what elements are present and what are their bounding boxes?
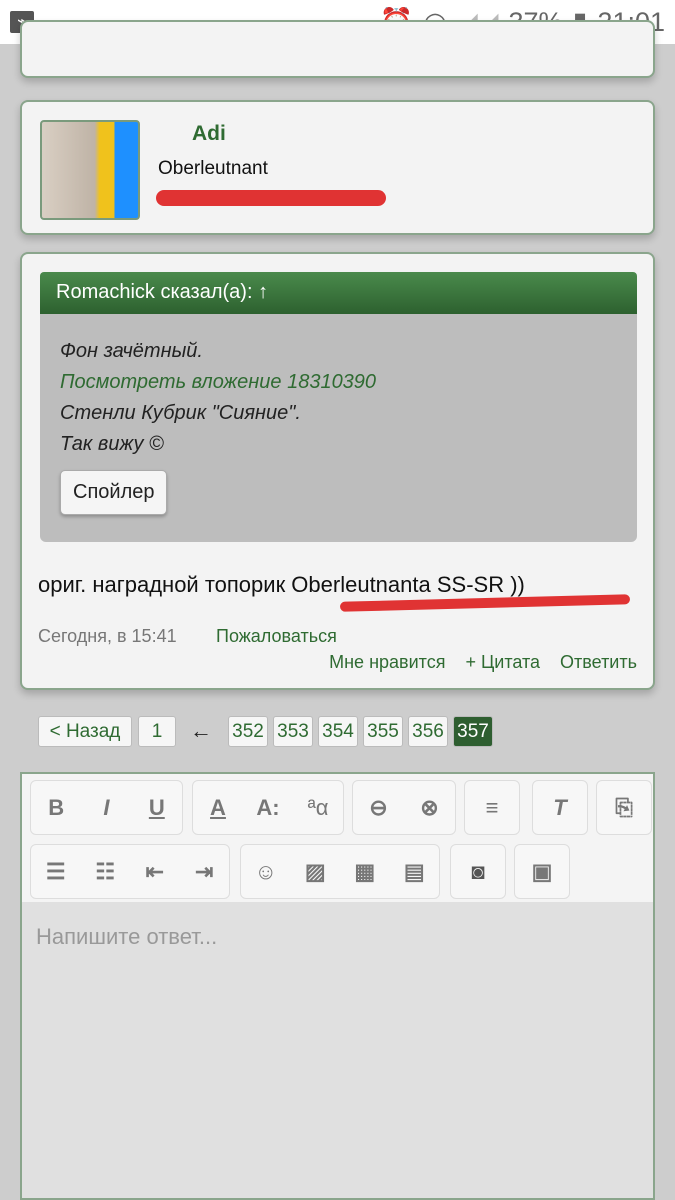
page-354[interactable]: 354 bbox=[318, 716, 358, 747]
pagination-arrow: ← bbox=[190, 718, 212, 743]
page-353[interactable]: 353 bbox=[273, 716, 313, 747]
image-icon[interactable]: ▨ bbox=[295, 859, 335, 885]
quote-line: Стенли Кубрик "Сияние". bbox=[60, 402, 301, 424]
quote-insert-icon[interactable]: ▤ bbox=[394, 859, 434, 885]
save-draft-icon[interactable]: ▣ bbox=[522, 859, 562, 885]
quote-line: Так вижу © bbox=[60, 433, 164, 455]
user-rank: Oberleutnant bbox=[158, 158, 268, 179]
spoiler-button[interactable]: Спойлер bbox=[60, 470, 168, 515]
report-link[interactable]: Пожаловаться bbox=[216, 626, 337, 647]
text-color-button[interactable]: A bbox=[198, 795, 238, 821]
smiley-icon[interactable]: ☺ bbox=[246, 859, 286, 885]
outdent-icon[interactable]: ⇤ bbox=[135, 859, 175, 885]
like-link[interactable]: Мне нравится bbox=[329, 652, 445, 673]
quote-link[interactable]: + Цитата bbox=[465, 652, 540, 673]
numbered-list-icon[interactable]: ☷ bbox=[85, 859, 125, 885]
italic-button[interactable]: I bbox=[86, 795, 126, 821]
link-icon[interactable]: ⊖ bbox=[359, 795, 399, 821]
remove-format-icon[interactable]: T bbox=[540, 795, 580, 821]
avatar[interactable] bbox=[40, 120, 140, 220]
underline-button[interactable]: U bbox=[137, 795, 177, 821]
page-352[interactable]: 352 bbox=[228, 716, 268, 747]
quote-header[interactable]: Romachick сказал(а): ↑ bbox=[40, 272, 637, 314]
post-card: Romachick сказал(а): ↑ Фон зачётный. Пос… bbox=[20, 252, 655, 690]
reply-editor: B I U A A: ªα ⊖ ⊗ ≡ T ⎘ ☰ ☷ ⇤ ⇥ ☺ ▨ ▦ ▤ … bbox=[20, 772, 655, 1200]
attachment-link[interactable]: Посмотреть вложение 18310390 bbox=[60, 367, 617, 398]
media-icon[interactable]: ▦ bbox=[345, 859, 385, 885]
source-code-icon[interactable]: ⎘ bbox=[604, 795, 644, 821]
editor-toolbar: B I U A A: ªα ⊖ ⊗ ≡ T ⎘ ☰ ☷ ⇤ ⇥ ☺ ▨ ▦ ▤ … bbox=[22, 774, 653, 902]
font-family-button[interactable]: ªα bbox=[298, 795, 338, 821]
red-scribble bbox=[156, 190, 386, 206]
bold-button[interactable]: B bbox=[36, 795, 76, 821]
user-card: Adi Oberleutnant bbox=[20, 100, 655, 235]
page-355[interactable]: 355 bbox=[363, 716, 403, 747]
camera-icon[interactable]: ◙ bbox=[458, 859, 498, 885]
quote-line: Фон зачётный. bbox=[60, 340, 203, 362]
indent-icon[interactable]: ⇥ bbox=[184, 859, 224, 885]
page-1[interactable]: 1 bbox=[138, 716, 176, 747]
align-icon[interactable]: ≡ bbox=[472, 795, 512, 821]
reply-input[interactable]: Напишите ответ... bbox=[36, 924, 217, 950]
unlink-icon[interactable]: ⊗ bbox=[410, 795, 450, 821]
post-text: ориг. наградной топорик Oberleutnanta SS… bbox=[38, 572, 525, 597]
page-356[interactable]: 356 bbox=[408, 716, 448, 747]
post-date: Сегодня, в 15:41 bbox=[38, 626, 177, 646]
font-size-button[interactable]: A: bbox=[248, 795, 288, 821]
page-357-current[interactable]: 357 bbox=[453, 716, 493, 747]
username[interactable]: Adi bbox=[192, 122, 226, 146]
prev-page-button[interactable]: < Назад bbox=[38, 716, 132, 747]
reply-link[interactable]: Ответить bbox=[560, 652, 637, 673]
previous-card bbox=[20, 20, 655, 78]
quote-body: Фон зачётный. Посмотреть вложение 183103… bbox=[40, 314, 637, 542]
bullet-list-icon[interactable]: ☰ bbox=[36, 859, 76, 885]
